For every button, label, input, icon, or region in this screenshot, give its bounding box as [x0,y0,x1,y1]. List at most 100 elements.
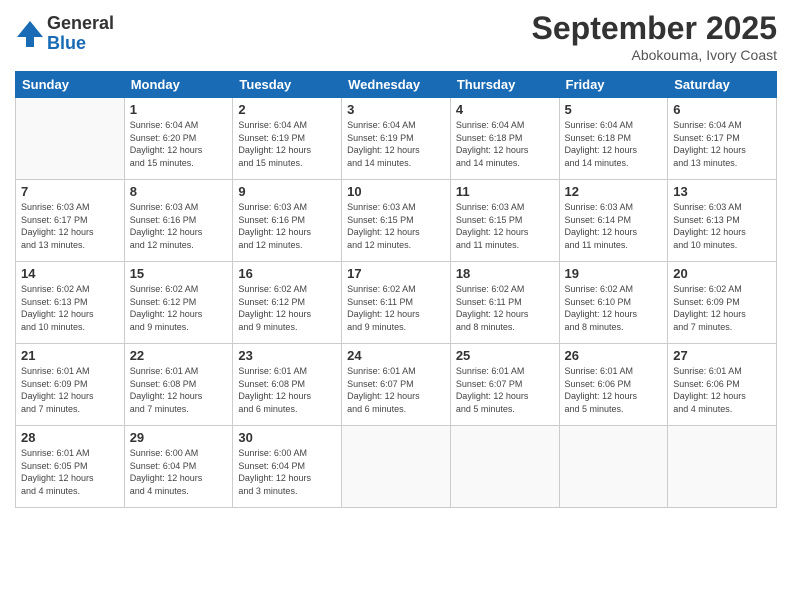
calendar-cell: 21Sunrise: 6:01 AM Sunset: 6:09 PM Dayli… [16,344,125,426]
day-number: 11 [456,184,554,199]
day-number: 29 [130,430,228,445]
page: General Blue September 2025 Abokouma, Iv… [0,0,792,612]
day-info: Sunrise: 6:00 AM Sunset: 6:04 PM Dayligh… [238,447,336,497]
day-info: Sunrise: 6:03 AM Sunset: 6:13 PM Dayligh… [673,201,771,251]
day-info: Sunrise: 6:01 AM Sunset: 6:06 PM Dayligh… [565,365,663,415]
calendar-cell: 13 Sunrise: 6:03 AM Sunset: 6:13 PM Dayli… [668,180,777,262]
month-title: September 2025 [532,10,777,47]
weekday-tuesday: Tuesday [233,72,342,98]
day-number: 15 [130,266,228,281]
day-info: Sunrise: 6:01 AM Sunset: 6:07 PM Dayligh… [347,365,445,415]
week-row-1: 1 Sunrise: 6:04 AM Sunset: 6:20 PM Daylig… [16,98,777,180]
header: General Blue September 2025 Abokouma, Iv… [15,10,777,63]
day-number: 14 [21,266,119,281]
day-number: 7 [21,184,119,199]
day-info: Sunrise: 6:01 AM Sunset: 6:05 PM Dayligh… [21,447,119,497]
day-number: 17 [347,266,445,281]
weekday-wednesday: Wednesday [342,72,451,98]
day-number: 13 [673,184,771,199]
logo: General Blue [15,14,114,54]
day-info: Sunrise: 6:01 AM Sunset: 6:06 PM Dayligh… [673,365,771,415]
calendar-cell: 27 Sunrise: 6:01 AM Sunset: 6:06 PM Dayli… [668,344,777,426]
calendar-cell: 1 Sunrise: 6:04 AM Sunset: 6:20 PM Daylig… [124,98,233,180]
weekday-header-row: SundayMondayTuesdayWednesdayThursdayFrid… [16,72,777,98]
calendar-cell: 9Sunrise: 6:03 AM Sunset: 6:16 PM Daylig… [233,180,342,262]
day-info: Sunrise: 6:00 AM Sunset: 6:04 PM Dayligh… [130,447,228,497]
calendar-cell: 6Sunrise: 6:04 AM Sunset: 6:17 PM Daylig… [668,98,777,180]
week-row-3: 14 Sunrise: 6:02 AM Sunset: 6:13 PM Dayli… [16,262,777,344]
day-info: Sunrise: 6:04 AM Sunset: 6:19 PM Dayligh… [238,119,336,169]
calendar-cell: 29 Sunrise: 6:00 AM Sunset: 6:04 PM Dayli… [124,426,233,508]
title-area: September 2025 Abokouma, Ivory Coast [532,10,777,63]
calendar-cell: 3 Sunrise: 6:04 AM Sunset: 6:19 PM Daylig… [342,98,451,180]
calendar-cell: 19Sunrise: 6:02 AM Sunset: 6:10 PM Dayli… [559,262,668,344]
calendar-cell: 22 Sunrise: 6:01 AM Sunset: 6:08 PM Dayli… [124,344,233,426]
day-info: Sunrise: 6:04 AM Sunset: 6:18 PM Dayligh… [565,119,663,169]
day-number: 4 [456,102,554,117]
day-number: 28 [21,430,119,445]
calendar-cell [668,426,777,508]
calendar-cell: 26 Sunrise: 6:01 AM Sunset: 6:06 PM Dayli… [559,344,668,426]
day-number: 2 [238,102,336,117]
day-number: 24 [347,348,445,363]
logo-general: General [47,14,114,34]
day-number: 1 [130,102,228,117]
day-info: Sunrise: 6:02 AM Sunset: 6:11 PM Dayligh… [456,283,554,333]
day-info: Sunrise: 6:03 AM Sunset: 6:17 PM Dayligh… [21,201,119,251]
logo-blue: Blue [47,34,114,54]
day-info: Sunrise: 6:01 AM Sunset: 6:08 PM Dayligh… [130,365,228,415]
calendar-cell [450,426,559,508]
week-row-2: 7 Sunrise: 6:03 AM Sunset: 6:17 PM Daylig… [16,180,777,262]
day-number: 16 [238,266,336,281]
calendar-cell: 12 Sunrise: 6:03 AM Sunset: 6:14 PM Dayli… [559,180,668,262]
day-info: Sunrise: 6:01 AM Sunset: 6:08 PM Dayligh… [238,365,336,415]
calendar-cell: 18 Sunrise: 6:02 AM Sunset: 6:11 PM Dayli… [450,262,559,344]
day-info: Sunrise: 6:03 AM Sunset: 6:15 PM Dayligh… [456,201,554,251]
calendar: SundayMondayTuesdayWednesdayThursdayFrid… [15,71,777,508]
logo-icon [15,19,45,49]
day-info: Sunrise: 6:04 AM Sunset: 6:19 PM Dayligh… [347,119,445,169]
calendar-cell: 14 Sunrise: 6:02 AM Sunset: 6:13 PM Dayli… [16,262,125,344]
day-number: 8 [130,184,228,199]
weekday-monday: Monday [124,72,233,98]
day-number: 3 [347,102,445,117]
location: Abokouma, Ivory Coast [532,47,777,63]
weekday-friday: Friday [559,72,668,98]
day-number: 25 [456,348,554,363]
calendar-cell: 23 Sunrise: 6:01 AM Sunset: 6:08 PM Dayli… [233,344,342,426]
calendar-cell: 16 Sunrise: 6:02 AM Sunset: 6:12 PM Dayli… [233,262,342,344]
day-info: Sunrise: 6:02 AM Sunset: 6:10 PM Dayligh… [565,283,663,333]
day-number: 27 [673,348,771,363]
day-number: 20 [673,266,771,281]
week-row-5: 28 Sunrise: 6:01 AM Sunset: 6:05 PM Dayli… [16,426,777,508]
calendar-cell: 20Sunrise: 6:02 AM Sunset: 6:09 PM Dayli… [668,262,777,344]
calendar-cell: 7 Sunrise: 6:03 AM Sunset: 6:17 PM Daylig… [16,180,125,262]
day-info: Sunrise: 6:03 AM Sunset: 6:16 PM Dayligh… [238,201,336,251]
calendar-cell: 10Sunrise: 6:03 AM Sunset: 6:15 PM Dayli… [342,180,451,262]
day-info: Sunrise: 6:02 AM Sunset: 6:11 PM Dayligh… [347,283,445,333]
day-number: 22 [130,348,228,363]
day-number: 18 [456,266,554,281]
weekday-thursday: Thursday [450,72,559,98]
day-info: Sunrise: 6:04 AM Sunset: 6:20 PM Dayligh… [130,119,228,169]
day-number: 12 [565,184,663,199]
weekday-saturday: Saturday [668,72,777,98]
day-info: Sunrise: 6:03 AM Sunset: 6:14 PM Dayligh… [565,201,663,251]
calendar-cell: 8 Sunrise: 6:03 AM Sunset: 6:16 PM Daylig… [124,180,233,262]
calendar-cell: 2 Sunrise: 6:04 AM Sunset: 6:19 PM Daylig… [233,98,342,180]
calendar-cell: 11 Sunrise: 6:03 AM Sunset: 6:15 PM Dayli… [450,180,559,262]
day-info: Sunrise: 6:02 AM Sunset: 6:12 PM Dayligh… [238,283,336,333]
calendar-cell: 28 Sunrise: 6:01 AM Sunset: 6:05 PM Dayli… [16,426,125,508]
weekday-sunday: Sunday [16,72,125,98]
day-info: Sunrise: 6:04 AM Sunset: 6:18 PM Dayligh… [456,119,554,169]
calendar-cell: 25Sunrise: 6:01 AM Sunset: 6:07 PM Dayli… [450,344,559,426]
day-number: 23 [238,348,336,363]
day-info: Sunrise: 6:03 AM Sunset: 6:16 PM Dayligh… [130,201,228,251]
calendar-cell: 4 Sunrise: 6:04 AM Sunset: 6:18 PM Daylig… [450,98,559,180]
day-info: Sunrise: 6:02 AM Sunset: 6:13 PM Dayligh… [21,283,119,333]
day-number: 26 [565,348,663,363]
day-number: 30 [238,430,336,445]
calendar-cell: 30 Sunrise: 6:00 AM Sunset: 6:04 PM Dayli… [233,426,342,508]
calendar-cell [559,426,668,508]
day-number: 5 [565,102,663,117]
